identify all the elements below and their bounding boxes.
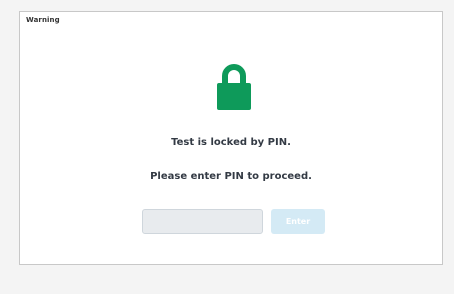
locked-message: Test is locked by PIN.: [171, 137, 291, 148]
enter-button[interactable]: Enter: [271, 209, 325, 234]
enter-pin-message: Please enter PIN to proceed.: [150, 171, 312, 182]
lock-icon: [217, 64, 251, 110]
warning-dialog: Warning Test is locked by PIN. Please en…: [19, 11, 443, 265]
dialog-title: Warning: [26, 16, 60, 24]
lock-body: [217, 83, 251, 110]
lock-shackle: [222, 64, 246, 84]
pin-input[interactable]: [142, 209, 263, 234]
